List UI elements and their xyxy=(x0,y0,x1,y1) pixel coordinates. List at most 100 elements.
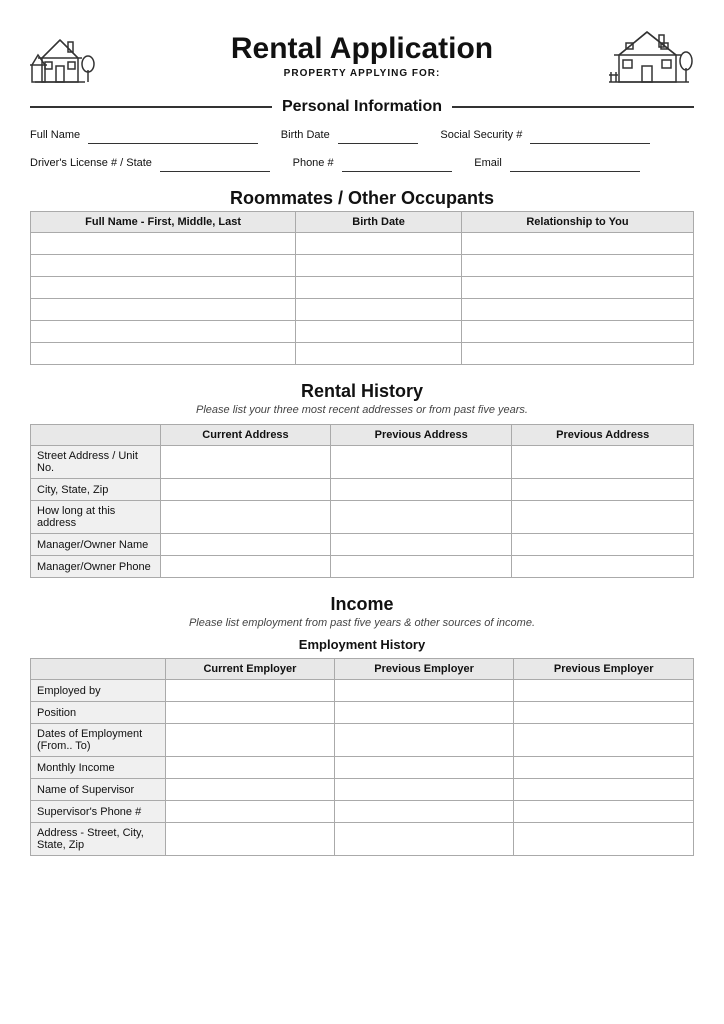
rental-cell-prev2[interactable] xyxy=(512,534,694,556)
emp-row-label: Address - Street, City, State, Zip xyxy=(31,823,166,856)
roommates-col-name: Full Name - First, Middle, Last xyxy=(31,212,296,233)
rental-row-label: City, State, Zip xyxy=(31,479,161,501)
table-row: Employed by xyxy=(31,680,694,702)
emp-cell-current[interactable] xyxy=(166,823,335,856)
rental-empty-header xyxy=(31,425,161,446)
emp-cell-current[interactable] xyxy=(166,702,335,724)
emp-cell-prev2[interactable] xyxy=(514,724,694,757)
emp-row-label: Dates of Employment (From.. To) xyxy=(31,724,166,757)
table-row xyxy=(31,321,694,343)
emp-row-label: Position xyxy=(31,702,166,724)
roommates-section-heading: Roommates / Other Occupants xyxy=(30,188,694,209)
emp-cell-prev1[interactable] xyxy=(334,823,514,856)
rental-cell-prev1[interactable] xyxy=(330,446,512,479)
emp-cell-prev1[interactable] xyxy=(334,702,514,724)
rental-cell-current[interactable] xyxy=(161,479,331,501)
rental-cell-current[interactable] xyxy=(161,446,331,479)
emp-cell-prev1[interactable] xyxy=(334,801,514,823)
table-row: Position xyxy=(31,702,694,724)
emp-cell-current[interactable] xyxy=(166,801,335,823)
emp-col-current: Current Employer xyxy=(166,659,335,680)
roommates-col-rel: Relationship to You xyxy=(461,212,693,233)
rental-cell-prev1[interactable] xyxy=(330,501,512,534)
emp-cell-prev2[interactable] xyxy=(514,680,694,702)
table-row: Address - Street, City, State, Zip xyxy=(31,823,694,856)
rental-cell-prev1[interactable] xyxy=(330,556,512,578)
rental-row-label: How long at this address xyxy=(31,501,161,534)
full-name-label: Full Name xyxy=(30,129,80,141)
rental-cell-current[interactable] xyxy=(161,501,331,534)
rental-cell-prev2[interactable] xyxy=(512,556,694,578)
social-security-label: Social Security # xyxy=(440,129,522,141)
emp-empty-header xyxy=(31,659,166,680)
table-row: Supervisor's Phone # xyxy=(31,801,694,823)
emp-cell-prev2[interactable] xyxy=(514,779,694,801)
rental-cell-current[interactable] xyxy=(161,556,331,578)
emp-cell-prev2[interactable] xyxy=(514,823,694,856)
rental-cell-prev2[interactable] xyxy=(512,479,694,501)
birth-date-label: Birth Date xyxy=(281,129,330,141)
emp-cell-prev2[interactable] xyxy=(514,757,694,779)
rental-cell-prev2[interactable] xyxy=(512,501,694,534)
table-row xyxy=(31,299,694,321)
property-label: PROPERTY APPLYING FOR: xyxy=(120,68,604,79)
employment-table: Current Employer Previous Employer Previ… xyxy=(30,658,694,856)
birth-date-input[interactable] xyxy=(338,126,418,144)
rental-cell-prev1[interactable] xyxy=(330,534,512,556)
emp-cell-prev1[interactable] xyxy=(334,724,514,757)
phone-input[interactable] xyxy=(342,154,452,172)
drivers-license-input[interactable] xyxy=(160,154,270,172)
rental-history-sub: Please list your three most recent addre… xyxy=(30,404,694,416)
rental-col-prev1: Previous Address xyxy=(330,425,512,446)
header-center: Rental Application PROPERTY APPLYING FOR… xyxy=(120,32,604,79)
emp-cell-prev2[interactable] xyxy=(514,702,694,724)
income-heading: Income xyxy=(30,594,694,615)
social-security-input[interactable] xyxy=(530,126,650,144)
income-sub: Please list employment from past five ye… xyxy=(30,617,694,629)
app-title: Rental Application xyxy=(120,32,604,66)
table-row xyxy=(31,233,694,255)
personal-info-row-2: Driver's License # / State Phone # Email xyxy=(30,154,694,172)
emp-row-label: Employed by xyxy=(31,680,166,702)
table-row: Street Address / Unit No. xyxy=(31,446,694,479)
rental-row-label: Street Address / Unit No. xyxy=(31,446,161,479)
drivers-license-label: Driver's License # / State xyxy=(30,157,152,169)
employment-heading: Employment History xyxy=(30,637,694,652)
table-row: Name of Supervisor xyxy=(31,779,694,801)
table-row: Manager/Owner Name xyxy=(31,534,694,556)
roommates-table: Full Name - First, Middle, Last Birth Da… xyxy=(30,211,694,365)
rental-cell-current[interactable] xyxy=(161,534,331,556)
phone-label: Phone # xyxy=(293,157,334,169)
full-name-input[interactable] xyxy=(88,126,258,144)
emp-cell-current[interactable] xyxy=(166,724,335,757)
emp-cell-prev1[interactable] xyxy=(334,757,514,779)
rental-row-label: Manager/Owner Phone xyxy=(31,556,161,578)
rental-cell-prev1[interactable] xyxy=(330,479,512,501)
emp-cell-prev1[interactable] xyxy=(334,779,514,801)
personal-info-row-1: Full Name Birth Date Social Security # xyxy=(30,126,694,144)
rental-col-prev2: Previous Address xyxy=(512,425,694,446)
emp-cell-current[interactable] xyxy=(166,680,335,702)
table-row xyxy=(31,343,694,365)
rental-cell-prev2[interactable] xyxy=(512,446,694,479)
title-line-left xyxy=(30,106,272,108)
emp-cell-current[interactable] xyxy=(166,779,335,801)
rental-history-heading: Rental History xyxy=(30,381,694,402)
roommates-col-dob: Birth Date xyxy=(296,212,462,233)
personal-info-title-text: Personal Information xyxy=(272,98,452,116)
title-line-right xyxy=(452,106,694,108)
rental-col-current: Current Address xyxy=(161,425,331,446)
table-row: Dates of Employment (From.. To) xyxy=(31,724,694,757)
table-row: City, State, Zip xyxy=(31,479,694,501)
page-header: Rental Application PROPERTY APPLYING FOR… xyxy=(30,20,694,90)
emp-row-label: Name of Supervisor xyxy=(31,779,166,801)
table-row: Monthly Income xyxy=(31,757,694,779)
emp-cell-prev2[interactable] xyxy=(514,801,694,823)
table-row: How long at this address xyxy=(31,501,694,534)
emp-cell-prev1[interactable] xyxy=(334,680,514,702)
table-row xyxy=(31,255,694,277)
emp-cell-current[interactable] xyxy=(166,757,335,779)
rental-history-table: Current Address Previous Address Previou… xyxy=(30,424,694,578)
email-input[interactable] xyxy=(510,154,640,172)
table-row: Manager/Owner Phone xyxy=(31,556,694,578)
